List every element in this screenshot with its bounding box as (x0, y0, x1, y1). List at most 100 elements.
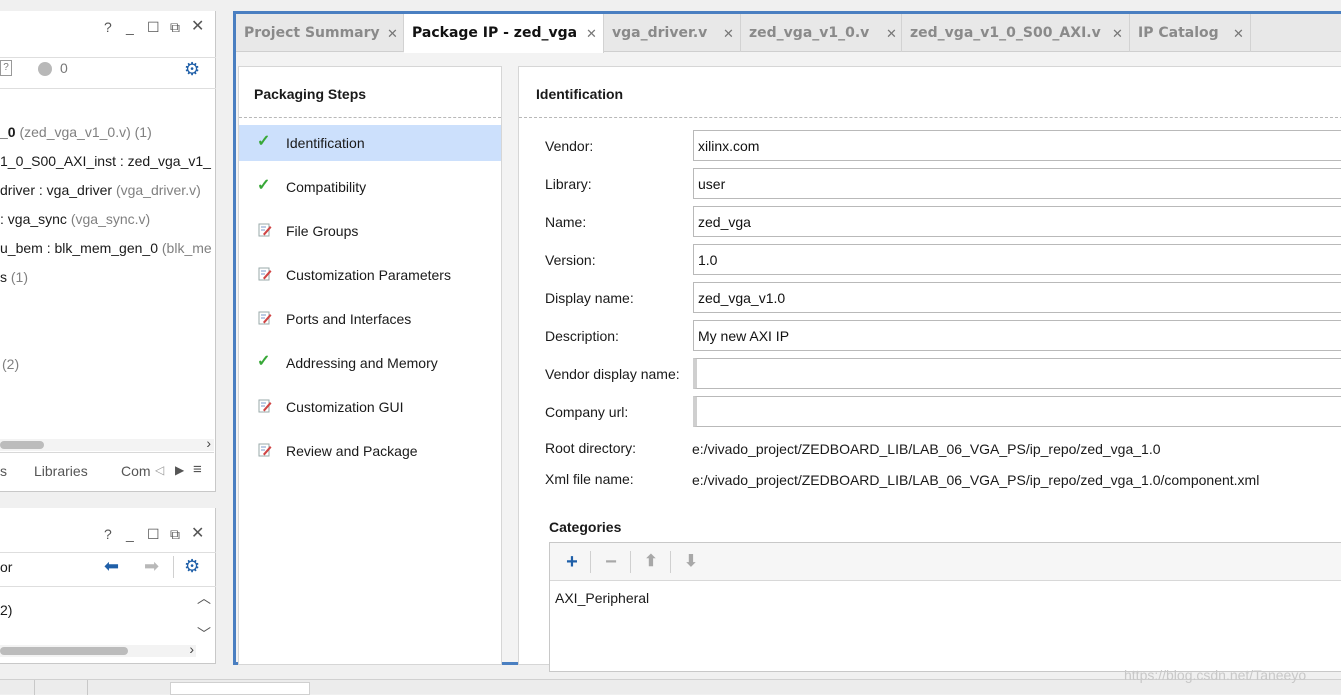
panel-tab[interactable]: Com (121, 463, 151, 479)
tab-label: Project Summary (244, 25, 380, 41)
tree-row[interactable]: 1_0_S00_AXI_inst : zed_vga_v1_ (0, 153, 211, 169)
step-ports-and-interfaces[interactable]: Ports and Interfaces (239, 301, 501, 337)
tree-item-label: driver : vga_driver (0, 182, 113, 198)
edit-icon (258, 267, 272, 281)
chevron-right-icon[interactable]: ▶ (175, 463, 184, 477)
close-icon[interactable]: ✕ (1112, 27, 1123, 42)
remove-icon[interactable]: − (598, 549, 624, 575)
step-label: Customization Parameters (286, 267, 451, 283)
status-tab[interactable] (170, 682, 310, 695)
close-icon[interactable]: ✕ (387, 27, 398, 42)
edit-icon (258, 311, 272, 325)
tree-item-meta: (2) (2, 356, 20, 372)
description-field[interactable] (693, 320, 1341, 351)
step-identification[interactable]: ✓ Identification (239, 125, 501, 161)
tab-vga-driver[interactable]: vga_driver.v ✕ (604, 14, 741, 52)
tree-row[interactable]: : vga_sync (vga_sync.v) (0, 211, 150, 227)
minimize-icon[interactable]: _ (126, 19, 134, 35)
tab-ip-catalog[interactable]: IP Catalog ✕ (1130, 14, 1251, 52)
name-field[interactable] (693, 206, 1341, 237)
chevron-down-icon[interactable]: ﹀ (197, 624, 211, 644)
version-field[interactable] (693, 244, 1341, 275)
tree-row[interactable]: _0 (zed_vga_v1_0.v) (1) (0, 124, 152, 140)
status-dot-icon (38, 62, 52, 76)
help-button[interactable]: ? (104, 19, 112, 35)
description-label: Description: (545, 328, 619, 344)
chevron-right-icon[interactable]: › (206, 435, 211, 451)
tab-zed-vga-v1-0[interactable]: zed_vga_v1_0.v ✕ (741, 14, 902, 52)
check-icon: ✓ (257, 353, 271, 370)
tree-row[interactable]: s (1) (0, 269, 28, 285)
vendor-display-name-field[interactable] (693, 358, 1341, 389)
maximize-icon[interactable]: ☐ (147, 19, 160, 35)
tab-package-ip[interactable]: Package IP - zed_vga ✕ (404, 14, 604, 53)
close-icon[interactable]: ✕ (586, 27, 597, 42)
tab-project-summary[interactable]: Project Summary ✕ (236, 14, 404, 52)
menu-icon[interactable]: ≡ (193, 461, 202, 478)
tree-item-meta: (blk_me (161, 240, 212, 256)
unknown-icon: ? (0, 60, 12, 76)
step-customization-parameters[interactable]: Customization Parameters (239, 257, 501, 293)
horizontal-scrollbar[interactable]: › (0, 435, 214, 451)
tree-row[interactable]: (2) (2, 356, 19, 372)
step-compatibility[interactable]: ✓ Compatibility (239, 169, 501, 205)
tab-label: zed_vga_v1_0.v (749, 25, 870, 41)
add-icon[interactable]: + (559, 549, 585, 575)
chevron-left-icon[interactable]: ◁ (155, 463, 164, 477)
step-label: Ports and Interfaces (286, 311, 412, 327)
vendor-label: Vendor: (545, 138, 594, 154)
property-item[interactable]: 2) (0, 602, 12, 618)
gear-icon[interactable]: ⚙ (184, 556, 200, 577)
library-field[interactable] (693, 168, 1341, 199)
move-up-icon[interactable]: ⬆ (638, 549, 664, 575)
help-button[interactable]: ? (104, 526, 112, 542)
gear-icon[interactable]: ⚙ (184, 59, 200, 80)
horizontal-scrollbar[interactable]: › (0, 641, 196, 657)
step-customization-gui[interactable]: Customization GUI (239, 389, 501, 425)
float-icon[interactable]: ⧉ (170, 526, 180, 542)
panel-tab-libraries[interactable]: Libraries (34, 463, 88, 479)
close-icon[interactable]: ✕ (191, 526, 204, 542)
vendor-field[interactable] (693, 130, 1341, 161)
step-label: Identification (286, 135, 365, 151)
company-url-field[interactable] (693, 396, 1341, 427)
sources-panel: ? _ ☐ ⧉ ✕ ? 0 ⚙ _0 (zed_vga_v1_0.v) (1) … (0, 11, 216, 492)
scrollbar-thumb[interactable] (0, 441, 44, 449)
identification-panel: Identification Vendor: Library: Name: Ve… (518, 66, 1341, 672)
tab-zed-vga-s00-axi[interactable]: zed_vga_v1_0_S00_AXI.v ✕ (902, 14, 1130, 52)
step-review-and-package[interactable]: Review and Package (239, 433, 501, 469)
tree-row[interactable]: u_bem : blk_mem_gen_0 (blk_me (0, 240, 214, 256)
forward-arrow-icon[interactable]: ➡ (144, 556, 159, 577)
vendor-display-name-label: Vendor display name: (545, 366, 680, 382)
float-icon[interactable]: ⧉ (170, 19, 180, 35)
xml-file-label: Xml file name: (545, 471, 634, 487)
version-label: Version: (545, 252, 596, 268)
company-url-label: Company url: (545, 404, 629, 420)
display-name-field[interactable] (693, 282, 1341, 313)
panel-tab[interactable]: s (0, 463, 7, 479)
category-item[interactable]: AXI_Peripheral (555, 590, 649, 606)
scrollbar-thumb[interactable] (0, 647, 128, 655)
chevron-right-icon[interactable]: › (189, 641, 194, 657)
close-icon[interactable]: ✕ (191, 19, 204, 35)
divider (670, 551, 671, 573)
chevron-up-icon[interactable]: ︿ (197, 588, 211, 608)
move-down-icon[interactable]: ⬇ (678, 549, 704, 575)
packaging-steps-panel: Packaging Steps ✓ Identification ✓ Compa… (238, 66, 502, 665)
tree-item-label: _0 (0, 124, 16, 140)
back-arrow-icon[interactable]: ⬅ (104, 556, 119, 577)
steps-title: Packaging Steps (254, 86, 367, 102)
close-icon[interactable]: ✕ (886, 27, 897, 42)
close-icon[interactable]: ✕ (723, 27, 734, 42)
tab-label: vga_driver.v (612, 25, 708, 41)
step-label: Customization GUI (286, 399, 404, 415)
maximize-icon[interactable]: ☐ (147, 526, 160, 542)
divider (87, 680, 88, 695)
close-icon[interactable]: ✕ (1233, 27, 1244, 42)
name-label: Name: (545, 214, 587, 230)
tab-label: zed_vga_v1_0_S00_AXI.v (910, 25, 1101, 41)
step-addressing-and-memory[interactable]: ✓ Addressing and Memory (239, 345, 501, 381)
minimize-icon[interactable]: _ (126, 526, 134, 542)
tree-row[interactable]: driver : vga_driver (vga_driver.v) (0, 182, 201, 198)
step-file-groups[interactable]: File Groups (239, 213, 501, 249)
